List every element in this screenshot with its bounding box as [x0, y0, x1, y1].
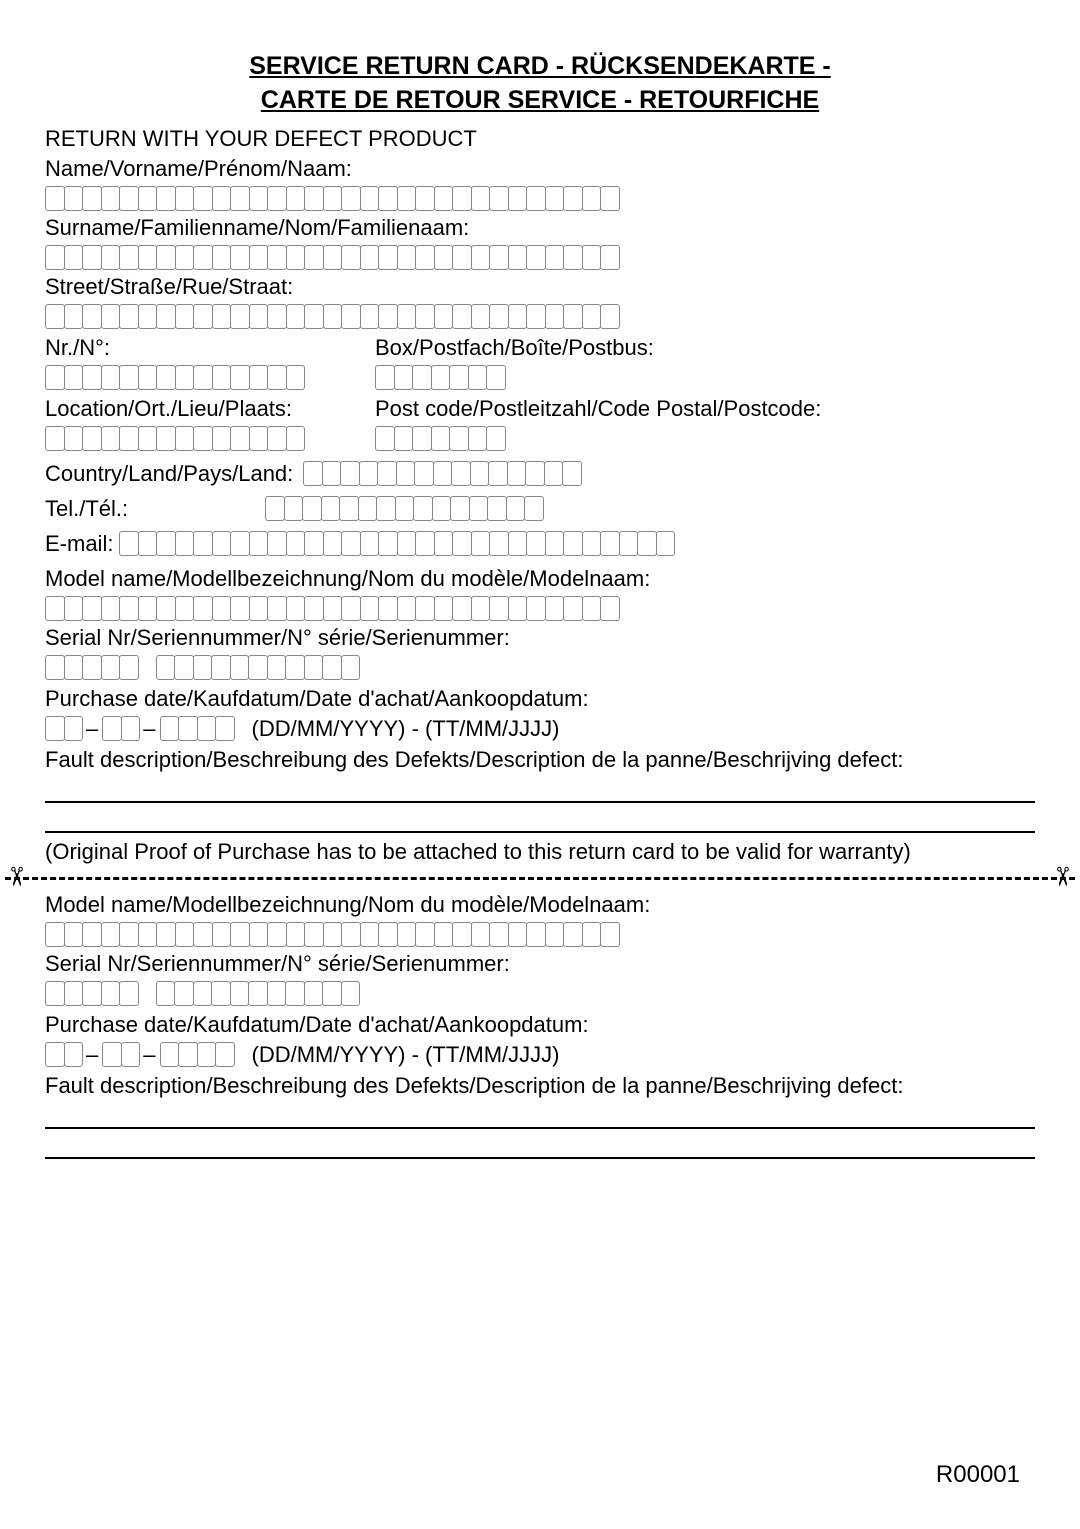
label-surname: Surname/Familienname/Nom/Familienaam: — [45, 215, 1035, 241]
input-model-2[interactable] — [45, 922, 1035, 947]
input-serial-a[interactable] — [45, 655, 138, 680]
fault-line-1[interactable] — [45, 777, 1035, 803]
date-hint: (DD/MM/YYYY) - (TT/MM/JJJJ) — [252, 716, 560, 742]
title-line-2: CARTE DE RETOUR SERVICE - RETOURFICHE — [45, 84, 1035, 118]
return-with-heading: RETURN WITH YOUR DEFECT PRODUCT — [45, 126, 1035, 152]
input-model[interactable] — [45, 596, 1035, 621]
date-dash-3: – — [86, 1042, 98, 1068]
label-email: E-mail: — [45, 531, 113, 557]
date-dash-2: – — [143, 716, 155, 742]
label-postcode: Post code/Postleitzahl/Code Postal/Postc… — [375, 396, 1035, 422]
label-nr: Nr./N°: — [45, 335, 375, 361]
proof-note: (Original Proof of Purchase has to be at… — [45, 839, 1035, 865]
input-postcode[interactable] — [375, 426, 1035, 451]
input-country[interactable] — [303, 461, 581, 486]
input-tel[interactable] — [265, 496, 543, 521]
fault-line-4[interactable] — [45, 1133, 1035, 1159]
input-street[interactable] — [45, 304, 1035, 329]
cut-line — [5, 877, 1075, 880]
label-model: Model name/Modellbezeichnung/Nom du modè… — [45, 566, 1035, 592]
input-date-day[interactable] — [45, 716, 82, 741]
label-street: Street/Straße/Rue/Straat: — [45, 274, 1035, 300]
input-name[interactable] — [45, 186, 1035, 211]
date-dash-4: – — [143, 1042, 155, 1068]
input-location[interactable] — [45, 426, 375, 451]
input-date-day-2[interactable] — [45, 1042, 82, 1067]
title-line-1: SERVICE RETURN CARD - RÜCKSENDEKARTE - — [45, 50, 1035, 84]
input-date-month-2[interactable] — [102, 1042, 139, 1067]
label-serial: Serial Nr/Seriennummer/N° série/Serienum… — [45, 625, 1035, 651]
date-hint-2: (DD/MM/YYYY) - (TT/MM/JJJJ) — [252, 1042, 560, 1068]
input-date-year[interactable] — [160, 716, 234, 741]
input-surname[interactable] — [45, 245, 1035, 270]
label-name: Name/Vorname/Prénom/Naam: — [45, 156, 1035, 182]
input-nr[interactable] — [45, 365, 375, 390]
label-serial-2: Serial Nr/Seriennummer/N° série/Serienum… — [45, 951, 1035, 977]
label-country: Country/Land/Pays/Land: — [45, 461, 293, 487]
label-location: Location/Ort./Lieu/Plaats: — [45, 396, 375, 422]
input-box[interactable] — [375, 365, 1035, 390]
label-model-2: Model name/Modellbezeichnung/Nom du modè… — [45, 892, 1035, 918]
input-email[interactable] — [119, 531, 674, 556]
label-fault-2: Fault description/Beschreibung des Defek… — [45, 1073, 1035, 1099]
input-date-year-2[interactable] — [160, 1042, 234, 1067]
label-fault: Fault description/Beschreibung des Defek… — [45, 747, 1035, 773]
input-serial-b[interactable] — [156, 655, 360, 680]
label-tel: Tel./Tél.: — [45, 496, 255, 522]
fault-line-3[interactable] — [45, 1103, 1035, 1129]
input-serial-2b[interactable] — [156, 981, 360, 1006]
footer-code: R00001 — [936, 1461, 1020, 1489]
label-purchase: Purchase date/Kaufdatum/Date d'achat/Aan… — [45, 686, 1035, 712]
label-box: Box/Postfach/Boîte/Postbus: — [375, 335, 1035, 361]
input-date-month[interactable] — [102, 716, 139, 741]
scissors-icon: ✂ — [1047, 865, 1078, 887]
date-dash-1: – — [86, 716, 98, 742]
fault-line-2[interactable] — [45, 807, 1035, 833]
label-purchase-2: Purchase date/Kaufdatum/Date d'achat/Aan… — [45, 1012, 1035, 1038]
input-serial-2a[interactable] — [45, 981, 138, 1006]
